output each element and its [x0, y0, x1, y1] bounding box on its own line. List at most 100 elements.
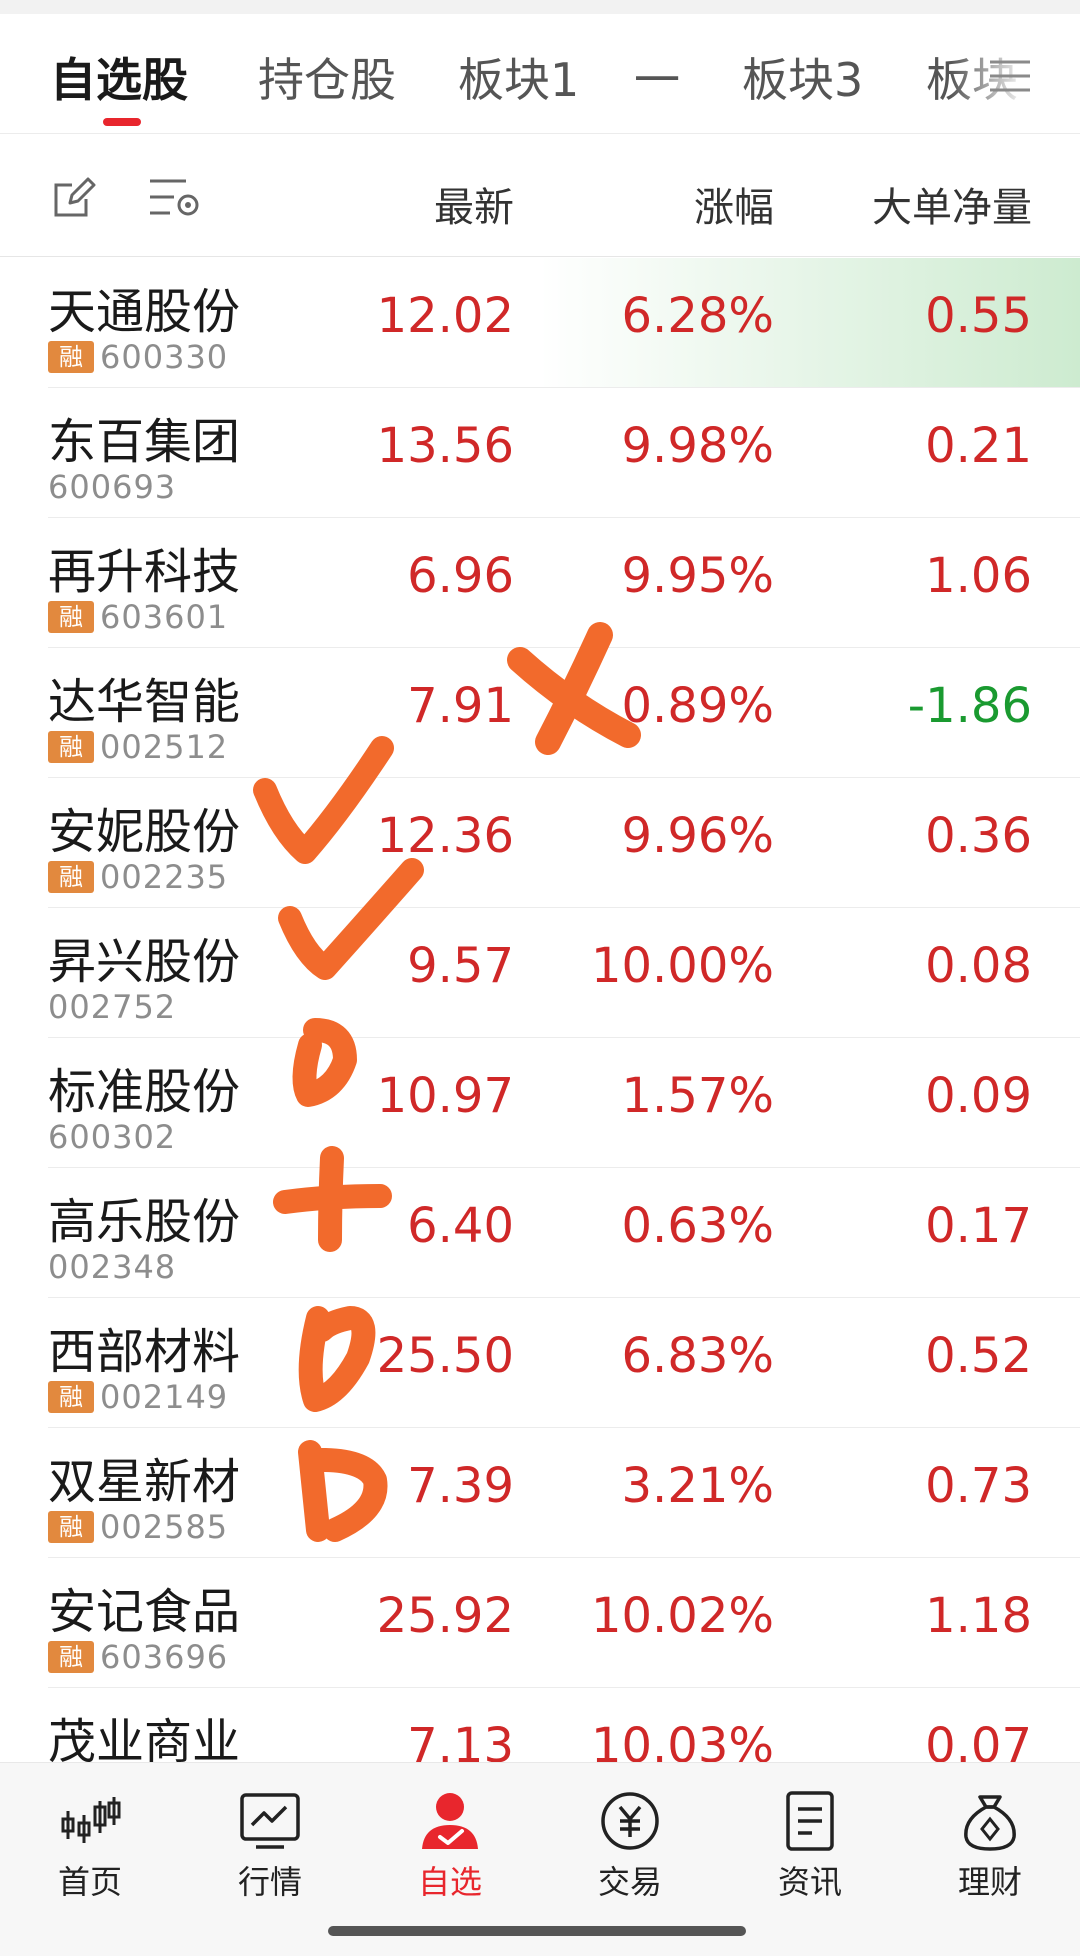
column-header-netflow[interactable]: 大单净量	[872, 175, 1032, 233]
tab-sector-1[interactable]: 板块1	[458, 44, 579, 110]
table-row[interactable]: 安记食品融 603696 25.92 10.02% 1.18	[0, 1558, 1080, 1688]
stock-netflow: 0.07	[925, 1718, 1032, 1762]
stock-change: 3.21%	[621, 1458, 774, 1514]
nav-watchlist[interactable]: 自选	[390, 1789, 510, 1903]
edit-icon[interactable]	[52, 175, 96, 219]
stock-price: 6.40	[407, 1198, 514, 1254]
stock-code-line: 融 002149	[48, 1378, 229, 1416]
stock-netflow: 1.18	[925, 1588, 1032, 1644]
stock-price: 7.39	[407, 1458, 514, 1514]
stock-list: 天通股份融 600330 12.02 6.28% 0.55 东百集团 600693 13.56…	[0, 258, 1080, 1762]
table-row[interactable]: 茂业商业 7.13 10.03% 0.07	[0, 1688, 1080, 1762]
stock-change: 10.00%	[590, 938, 774, 994]
user-check-icon	[422, 1793, 478, 1849]
nav-market[interactable]: 行情	[210, 1789, 330, 1903]
stock-name: 安妮股份	[48, 804, 241, 860]
tab-my-stocks[interactable]: 自选股	[50, 44, 188, 110]
margin-badge: 融	[48, 1641, 94, 1673]
margin-badge: 融	[48, 1381, 94, 1413]
stock-change: 9.98%	[621, 418, 774, 474]
stock-name: 西部材料	[48, 1324, 241, 1380]
market-chart-icon	[240, 1793, 300, 1849]
money-bag-icon	[964, 1795, 1016, 1851]
stock-code-line: 融 600330	[48, 338, 228, 376]
stock-code-line: 002752	[48, 988, 177, 1026]
table-row[interactable]: 再升科技融 603601 6.96 9.95% 1.06	[0, 518, 1080, 648]
list-header: 最新 涨幅 大单净量	[0, 135, 1080, 257]
tab-holdings[interactable]: 持仓股	[258, 44, 396, 110]
stock-price: 25.92	[376, 1588, 514, 1644]
table-row[interactable]: 昇兴股份 002752 9.57 10.00% 0.08	[0, 908, 1080, 1038]
nav-wealth[interactable]: 理财	[930, 1789, 1050, 1903]
stock-code-line: 融 002235	[48, 858, 229, 896]
home-indicator[interactable]	[328, 1926, 746, 1936]
stock-code-line: 600693	[48, 468, 177, 506]
table-row[interactable]: 西部材料融 002149 25.50 6.83% 0.52	[0, 1298, 1080, 1428]
table-row[interactable]: 双星新材融 002585 7.39 3.21% 0.73	[0, 1428, 1080, 1558]
stock-code: 600302	[48, 1118, 177, 1156]
margin-badge: 融	[48, 861, 94, 893]
table-row[interactable]: 天通股份融 600330 12.02 6.28% 0.55	[0, 258, 1080, 388]
nav-news[interactable]: 资讯	[750, 1789, 870, 1903]
stock-netflow: 0.21	[925, 418, 1032, 474]
stock-name: 天通股份	[48, 284, 241, 340]
stock-name: 达华智能	[48, 674, 241, 730]
nav-news-label: 资讯	[777, 1863, 842, 1901]
stock-price: 12.02	[376, 288, 514, 344]
stock-change: 6.28%	[621, 288, 774, 344]
stock-change: 10.02%	[590, 1588, 774, 1644]
stock-code: 600693	[48, 468, 177, 506]
stock-change: 10.03%	[590, 1718, 774, 1762]
stock-netflow: 1.06	[925, 548, 1032, 604]
candlestick-icon	[61, 1797, 121, 1843]
stock-change: 9.95%	[621, 548, 774, 604]
stock-name: 东百集团	[48, 414, 241, 470]
stock-netflow: 0.55	[925, 288, 1032, 344]
stock-name: 昇兴股份	[48, 934, 241, 990]
stock-code: 002235	[100, 858, 229, 896]
stock-change: 1.57%	[621, 1068, 774, 1124]
stock-name: 再升科技	[48, 544, 241, 600]
column-header-change[interactable]: 涨幅	[694, 175, 774, 233]
stock-price: 6.96	[407, 548, 514, 604]
menu-icon[interactable]	[988, 56, 1032, 96]
stock-change: 0.63%	[621, 1198, 774, 1254]
stock-netflow: 0.08	[925, 938, 1032, 994]
stock-code: 002348	[48, 1248, 177, 1286]
stock-code-line: 融 002512	[48, 728, 228, 766]
stock-netflow: 0.73	[925, 1458, 1032, 1514]
table-row[interactable]: 达华智能融 002512 7.91 0.89% -1.86	[0, 648, 1080, 778]
column-header-price[interactable]: 最新	[434, 175, 514, 233]
table-row[interactable]: 安妮股份融 002235 12.36 9.96% 0.36	[0, 778, 1080, 908]
document-icon	[786, 1791, 834, 1851]
margin-badge: 融	[48, 731, 94, 763]
list-settings-icon[interactable]	[148, 175, 200, 221]
tab-sector-2[interactable]: 一	[634, 44, 680, 110]
stock-code: 002585	[100, 1508, 229, 1546]
stock-code: 002752	[48, 988, 177, 1026]
stock-code: 603696	[100, 1638, 229, 1676]
stock-change: 9.96%	[621, 808, 774, 864]
stock-name: 安记食品	[48, 1584, 241, 1640]
stock-price: 7.13	[407, 1718, 514, 1762]
nav-home[interactable]: 首页	[30, 1789, 150, 1903]
stock-price: 25.50	[376, 1328, 514, 1384]
table-row[interactable]: 标准股份 600302 10.97 1.57% 0.09	[0, 1038, 1080, 1168]
stock-code: 603601	[100, 598, 229, 636]
nav-home-label: 首页	[57, 1863, 122, 1901]
stock-name: 高乐股份	[48, 1194, 241, 1250]
stock-netflow: -1.86	[907, 678, 1032, 734]
table-row[interactable]: 高乐股份 002348 6.40 0.63% 0.17	[0, 1168, 1080, 1298]
stock-code-line: 融 002585	[48, 1508, 229, 1546]
stock-code-line: 融 603601	[48, 598, 229, 636]
stock-price: 13.56	[376, 418, 514, 474]
table-row[interactable]: 东百集团 600693 13.56 9.98% 0.21	[0, 388, 1080, 518]
stock-code-line: 002348	[48, 1248, 177, 1286]
status-bar-strip	[0, 0, 1080, 14]
active-tab-indicator	[103, 118, 141, 126]
nav-trade-label: 交易	[597, 1863, 662, 1901]
tab-sector-3[interactable]: 板块3	[742, 44, 863, 110]
nav-trade[interactable]: 交易	[570, 1789, 690, 1903]
stock-code: 002149	[100, 1378, 229, 1416]
watchlist-tabs: 自选股 持仓股 板块1 一 板块3 板块	[0, 14, 1080, 134]
